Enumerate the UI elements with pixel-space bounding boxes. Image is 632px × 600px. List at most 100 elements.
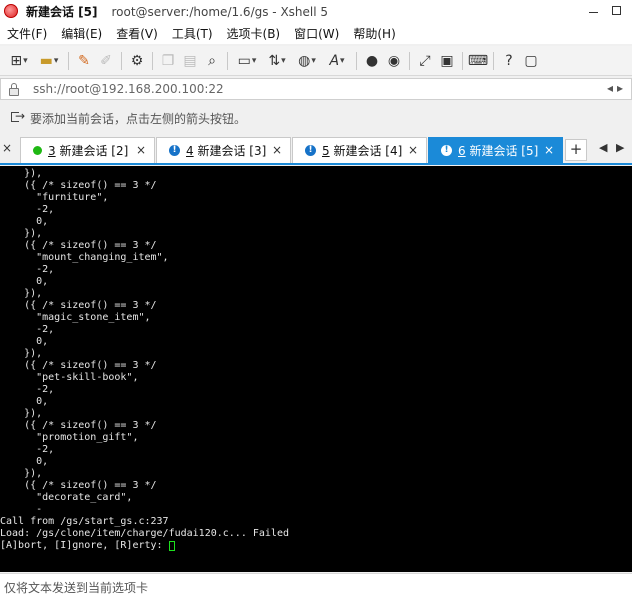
close-icon[interactable]: ×	[136, 143, 146, 157]
terminal-line: Call from /gs/start_gs.c:237	[0, 516, 169, 527]
help-icon[interactable]: ?	[498, 50, 520, 72]
window-title-path: root@server:/home/1.6/gs - Xshell 5	[111, 4, 329, 19]
menu-view[interactable]: 查看(V)	[109, 25, 165, 42]
tab-session-3[interactable]: ! 4 新建会话 [3] ×	[156, 137, 291, 163]
terminal-line: ({ /* sizeof() == 3 */	[0, 480, 157, 491]
add-session-arrow-icon[interactable]	[10, 109, 25, 125]
xshell-logo-icon	[4, 4, 18, 18]
new-session-icon[interactable]: ⊞	[4, 50, 34, 72]
toolbar-divider	[152, 51, 153, 70]
toolbar-divider	[493, 51, 494, 70]
terminal-output[interactable]: }), ({ /* sizeof() == 3 */ "furniture", …	[0, 166, 632, 572]
terminal-line: 0,	[0, 276, 49, 287]
lock-icon	[9, 83, 19, 96]
tab-session-4[interactable]: ! 5 新建会话 [4] ×	[292, 137, 427, 163]
tab-number: 4	[186, 144, 194, 158]
tab-label: 新建会话 [2]	[59, 144, 129, 158]
hint-bar: 要添加当前会话，点击左侧的箭头按钮。	[0, 106, 632, 130]
terminal-line: "decorate_card",	[0, 492, 133, 503]
toolbar-divider	[68, 51, 69, 70]
alert-status-icon: !	[169, 145, 180, 156]
menu-bar: 文件(F) 编辑(E) 查看(V) 工具(T) 选项卡(B) 窗口(W) 帮助(…	[0, 22, 632, 44]
terminal-line: -2,	[0, 384, 55, 395]
terminal-line: }),	[0, 228, 43, 239]
terminal-line: }),	[0, 288, 43, 299]
terminal-line: -2,	[0, 324, 55, 335]
scroll-tabs-right-icon[interactable]: ▶	[616, 141, 624, 154]
close-icon[interactable]: ×	[272, 143, 282, 157]
add-tab-button[interactable]: +	[565, 139, 587, 161]
terminal-line: -2,	[0, 444, 55, 455]
title-bar: 新建会话 [5] root@server:/home/1.6/gs - Xshel…	[0, 0, 632, 22]
copy-icon[interactable]: ❐	[157, 50, 179, 72]
close-icon[interactable]: ×	[2, 141, 12, 155]
xmanager-icon[interactable]: ◉	[383, 50, 405, 72]
menu-file[interactable]: 文件(F)	[0, 25, 54, 42]
terminal-line: 0,	[0, 336, 49, 347]
address-scroll-arrows-icon[interactable]: ◂▸	[607, 81, 627, 95]
close-icon[interactable]: ×	[408, 143, 418, 157]
address-bar[interactable]: ssh://root@192.168.200.100:22 ◂▸	[0, 78, 632, 100]
menu-tools[interactable]: 工具(T)	[165, 25, 220, 42]
tab-label: 新建会话 [4]	[333, 144, 403, 158]
font-icon[interactable]: A	[322, 50, 352, 72]
maximize-icon[interactable]	[608, 3, 626, 19]
toolbar-divider	[121, 51, 122, 70]
terminal-line: -2,	[0, 204, 55, 215]
terminal-line: ({ /* sizeof() == 3 */	[0, 300, 157, 311]
properties-icon[interactable]: ⚙	[126, 50, 148, 72]
disconnect-icon[interactable]: ✐	[95, 50, 117, 72]
menu-edit[interactable]: 编辑(E)	[54, 25, 109, 42]
tab-session-5[interactable]: ! 6 新建会话 [5] ×	[428, 137, 563, 163]
print-icon[interactable]: ▭	[232, 50, 262, 72]
toolbar-divider	[227, 51, 228, 70]
fullscreen-icon[interactable]: ⤢	[414, 50, 436, 72]
lock-icon[interactable]: ▣	[436, 50, 458, 72]
terminal-line: [A]bort, [I]gnore, [R]erty:	[0, 540, 169, 551]
terminal-line: -2,	[0, 264, 55, 275]
paste-icon[interactable]: ▤	[179, 50, 201, 72]
tab-number: 5	[322, 144, 330, 158]
terminal-line: ({ /* sizeof() == 3 */	[0, 360, 157, 371]
terminal-line: }),	[0, 408, 43, 419]
minimize-icon[interactable]	[585, 3, 603, 19]
menu-tabs[interactable]: 选项卡(B)	[220, 25, 288, 42]
tab-label: 新建会话 [5]	[469, 144, 539, 158]
terminal-line: }),	[0, 348, 43, 359]
compose-bar[interactable]: 仅将文本发送到当前选项卡	[0, 573, 632, 600]
toolbar-divider	[356, 51, 357, 70]
toolbar: ⊞ ▬ ✎ ✐ ⚙ ❐ ▤ ⌕ ▭ ⇅ ◍ A ● ◉ ⤢ ▣ ⌨ ? ▢	[0, 46, 632, 76]
tab-strip: × 3 新建会话 [2] × ! 4 新建会话 [3] × ! 5 新建会话 […	[0, 137, 632, 165]
toolbar-divider	[462, 51, 463, 70]
address-field[interactable]: ssh://root@192.168.200.100:22	[33, 82, 224, 96]
connected-status-icon	[33, 146, 42, 155]
toolbar-divider	[409, 51, 410, 70]
find-icon[interactable]: ⌕	[201, 50, 223, 72]
terminal-line: -	[0, 504, 43, 515]
tab-number: 6	[458, 144, 466, 158]
tab-label: 新建会话 [3]	[197, 144, 267, 158]
globe-icon[interactable]: ◍	[292, 50, 322, 72]
window-title-session: 新建会话 [5]	[26, 4, 98, 19]
open-folder-icon[interactable]: ▬	[34, 50, 64, 72]
menu-help[interactable]: 帮助(H)	[346, 25, 402, 42]
scroll-tabs-left-icon[interactable]: ◀	[599, 141, 607, 154]
terminal-line: 0,	[0, 456, 49, 467]
terminal-line: "magic_stone_item",	[0, 312, 151, 323]
terminal-line: "promotion_gift",	[0, 432, 139, 443]
chat-icon[interactable]: ▢	[520, 50, 542, 72]
window-title: 新建会话 [5] root@server:/home/1.6/gs - Xshel…	[26, 3, 328, 20]
close-icon[interactable]: ×	[544, 143, 554, 157]
keyboard-icon[interactable]: ⌨	[467, 50, 489, 72]
reconnect-icon[interactable]: ✎	[73, 50, 95, 72]
tab-session-2[interactable]: 3 新建会话 [2] ×	[20, 137, 155, 163]
terminal-line: 0,	[0, 396, 49, 407]
hint-text: 要添加当前会话，点击左侧的箭头按钮。	[30, 111, 247, 126]
transfer-icon[interactable]: ⇅	[262, 50, 292, 72]
compose-bar-text[interactable]: 仅将文本发送到当前选项卡	[4, 579, 148, 596]
alert-status-icon: !	[305, 145, 316, 156]
terminal-cursor	[169, 541, 175, 551]
xftp-icon[interactable]: ●	[361, 50, 383, 72]
tab-number: 3	[48, 144, 56, 158]
menu-window[interactable]: 窗口(W)	[287, 25, 346, 42]
